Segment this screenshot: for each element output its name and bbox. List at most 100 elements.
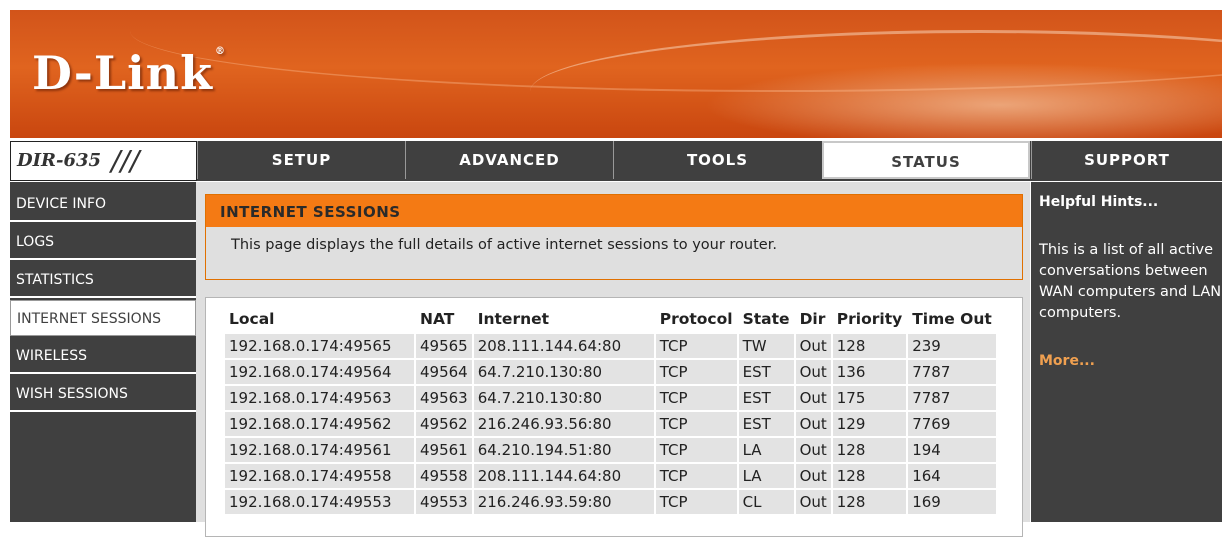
cell-local: 192.168.0.174:49565: [225, 334, 414, 358]
cell-dir: Out: [795, 490, 831, 514]
table-row: 192.168.0.174:49562 49562 216.246.93.56:…: [225, 412, 996, 436]
column-header-dir: Dir: [799, 310, 826, 328]
tab-support[interactable]: SUPPORT: [1031, 141, 1222, 179]
cell-internet: 64.7.210.130:80: [473, 386, 654, 410]
cell-internet: 64.210.194.51:80: [473, 438, 654, 462]
cell-priority: 175: [832, 386, 907, 410]
table-row: 192.168.0.174:49561 49561 64.210.194.51:…: [225, 438, 996, 462]
cell-nat: 49564: [416, 360, 472, 384]
cell-protocol: TCP: [655, 490, 737, 514]
main-content: INTERNET SESSIONS This page displays the…: [196, 182, 1030, 537]
cell-nat: 49553: [416, 490, 472, 514]
cell-internet: 208.111.144.64:80: [473, 334, 654, 358]
registered-mark: ®: [214, 46, 226, 57]
model-badge: DIR-635 ///: [10, 141, 197, 181]
cell-priority: 128: [832, 490, 907, 514]
cell-priority: 128: [832, 334, 907, 358]
section-description: This page displays the full details of a…: [231, 237, 777, 253]
top-nav: DIR-635 /// SETUP ADVANCED TOOLS STATUS …: [10, 141, 1222, 181]
column-header-priority: Priority: [836, 310, 903, 328]
cell-timeout: 7769: [908, 412, 996, 436]
cell-dir: Out: [795, 386, 831, 410]
column-header-state: State: [742, 310, 790, 328]
column-header-local: Local: [229, 310, 275, 328]
cell-nat: 49562: [416, 412, 472, 436]
sidebar-item-wireless[interactable]: WIRELESS: [10, 338, 196, 374]
logo-text: D-Link: [32, 46, 213, 100]
cell-state: EST: [738, 412, 794, 436]
sidebar: DEVICE INFO LOGS STATISTICS INTERNET SES…: [10, 182, 196, 522]
table-row: 192.168.0.174:49565 49565 208.111.144.64…: [225, 334, 996, 358]
cell-priority: 128: [832, 438, 907, 462]
table-row: 192.168.0.174:49553 49553 216.246.93.59:…: [225, 490, 996, 514]
cell-state: EST: [738, 386, 794, 410]
sidebar-item-statistics[interactable]: STATISTICS: [10, 262, 196, 298]
cell-protocol: TCP: [655, 438, 737, 462]
sessions-table: Local NAT Internet Protocol State Dir Pr…: [223, 304, 998, 516]
table-row: 192.168.0.174:49563 49563 64.7.210.130:8…: [225, 386, 996, 410]
cell-dir: Out: [795, 334, 831, 358]
hints-body: This is a list of all active conversatio…: [1039, 242, 1222, 321]
section-title: INTERNET SESSIONS: [206, 195, 1022, 227]
sidebar-item-wish-sessions[interactable]: WISH SESSIONS: [10, 376, 196, 412]
cell-local: 192.168.0.174:49563: [225, 386, 414, 410]
model-slashes: ///: [111, 144, 140, 177]
cell-timeout: 194: [908, 438, 996, 462]
cell-state: EST: [738, 360, 794, 384]
cell-protocol: TCP: [655, 386, 737, 410]
cell-local: 192.168.0.174:49561: [225, 438, 414, 462]
column-header-nat: NAT: [420, 310, 455, 328]
cell-local: 192.168.0.174:49558: [225, 464, 414, 488]
cell-internet: 208.111.144.64:80: [473, 464, 654, 488]
sessions-table-panel: Local NAT Internet Protocol State Dir Pr…: [205, 297, 1023, 537]
cell-internet: 64.7.210.130:80: [473, 360, 654, 384]
header-banner: D-Link ®: [10, 10, 1222, 138]
cell-nat: 49561: [416, 438, 472, 462]
column-header-internet: Internet: [477, 310, 550, 328]
cell-state: LA: [738, 464, 794, 488]
cell-internet: 216.246.93.56:80: [473, 412, 654, 436]
cell-local: 192.168.0.174:49564: [225, 360, 414, 384]
cell-dir: Out: [795, 360, 831, 384]
cell-timeout: 7787: [908, 360, 996, 384]
cell-priority: 136: [832, 360, 907, 384]
cell-dir: Out: [795, 464, 831, 488]
dlink-logo: D-Link ®: [32, 46, 226, 100]
cell-state: CL: [738, 490, 794, 514]
cell-protocol: TCP: [655, 464, 737, 488]
sidebar-item-logs[interactable]: LOGS: [10, 224, 196, 260]
tab-status[interactable]: STATUS: [822, 141, 1030, 179]
cell-internet: 216.246.93.59:80: [473, 490, 654, 514]
tab-setup[interactable]: SETUP: [197, 141, 405, 179]
cell-local: 192.168.0.174:49562: [225, 412, 414, 436]
cell-dir: Out: [795, 438, 831, 462]
model-name: DIR-635: [17, 150, 102, 171]
hints-title: Helpful Hints...: [1039, 194, 1159, 210]
cell-priority: 128: [832, 464, 907, 488]
cell-timeout: 169: [908, 490, 996, 514]
table-header-row: Local NAT Internet Protocol State Dir Pr…: [225, 306, 996, 332]
more-link[interactable]: More...: [1039, 353, 1095, 369]
cell-timeout: 164: [908, 464, 996, 488]
column-header-protocol: Protocol: [659, 310, 733, 328]
cell-priority: 129: [832, 412, 907, 436]
cell-local: 192.168.0.174:49553: [225, 490, 414, 514]
cell-state: TW: [738, 334, 794, 358]
cell-protocol: TCP: [655, 360, 737, 384]
cell-dir: Out: [795, 412, 831, 436]
sidebar-item-internet-sessions[interactable]: INTERNET SESSIONS: [10, 300, 196, 336]
cell-timeout: 7787: [908, 386, 996, 410]
cell-timeout: 239: [908, 334, 996, 358]
column-header-timeout: Time Out: [912, 310, 992, 328]
tab-advanced[interactable]: ADVANCED: [405, 141, 613, 179]
tab-tools[interactable]: TOOLS: [613, 141, 821, 179]
cell-nat: 49563: [416, 386, 472, 410]
cell-protocol: TCP: [655, 412, 737, 436]
sessions-info-box: INTERNET SESSIONS This page displays the…: [205, 194, 1023, 280]
sidebar-item-device-info[interactable]: DEVICE INFO: [10, 186, 196, 222]
cell-nat: 49558: [416, 464, 472, 488]
cell-protocol: TCP: [655, 334, 737, 358]
table-row: 192.168.0.174:49558 49558 208.111.144.64…: [225, 464, 996, 488]
table-row: 192.168.0.174:49564 49564 64.7.210.130:8…: [225, 360, 996, 384]
helpful-hints-panel: Helpful Hints... This is a list of all a…: [1031, 182, 1222, 522]
